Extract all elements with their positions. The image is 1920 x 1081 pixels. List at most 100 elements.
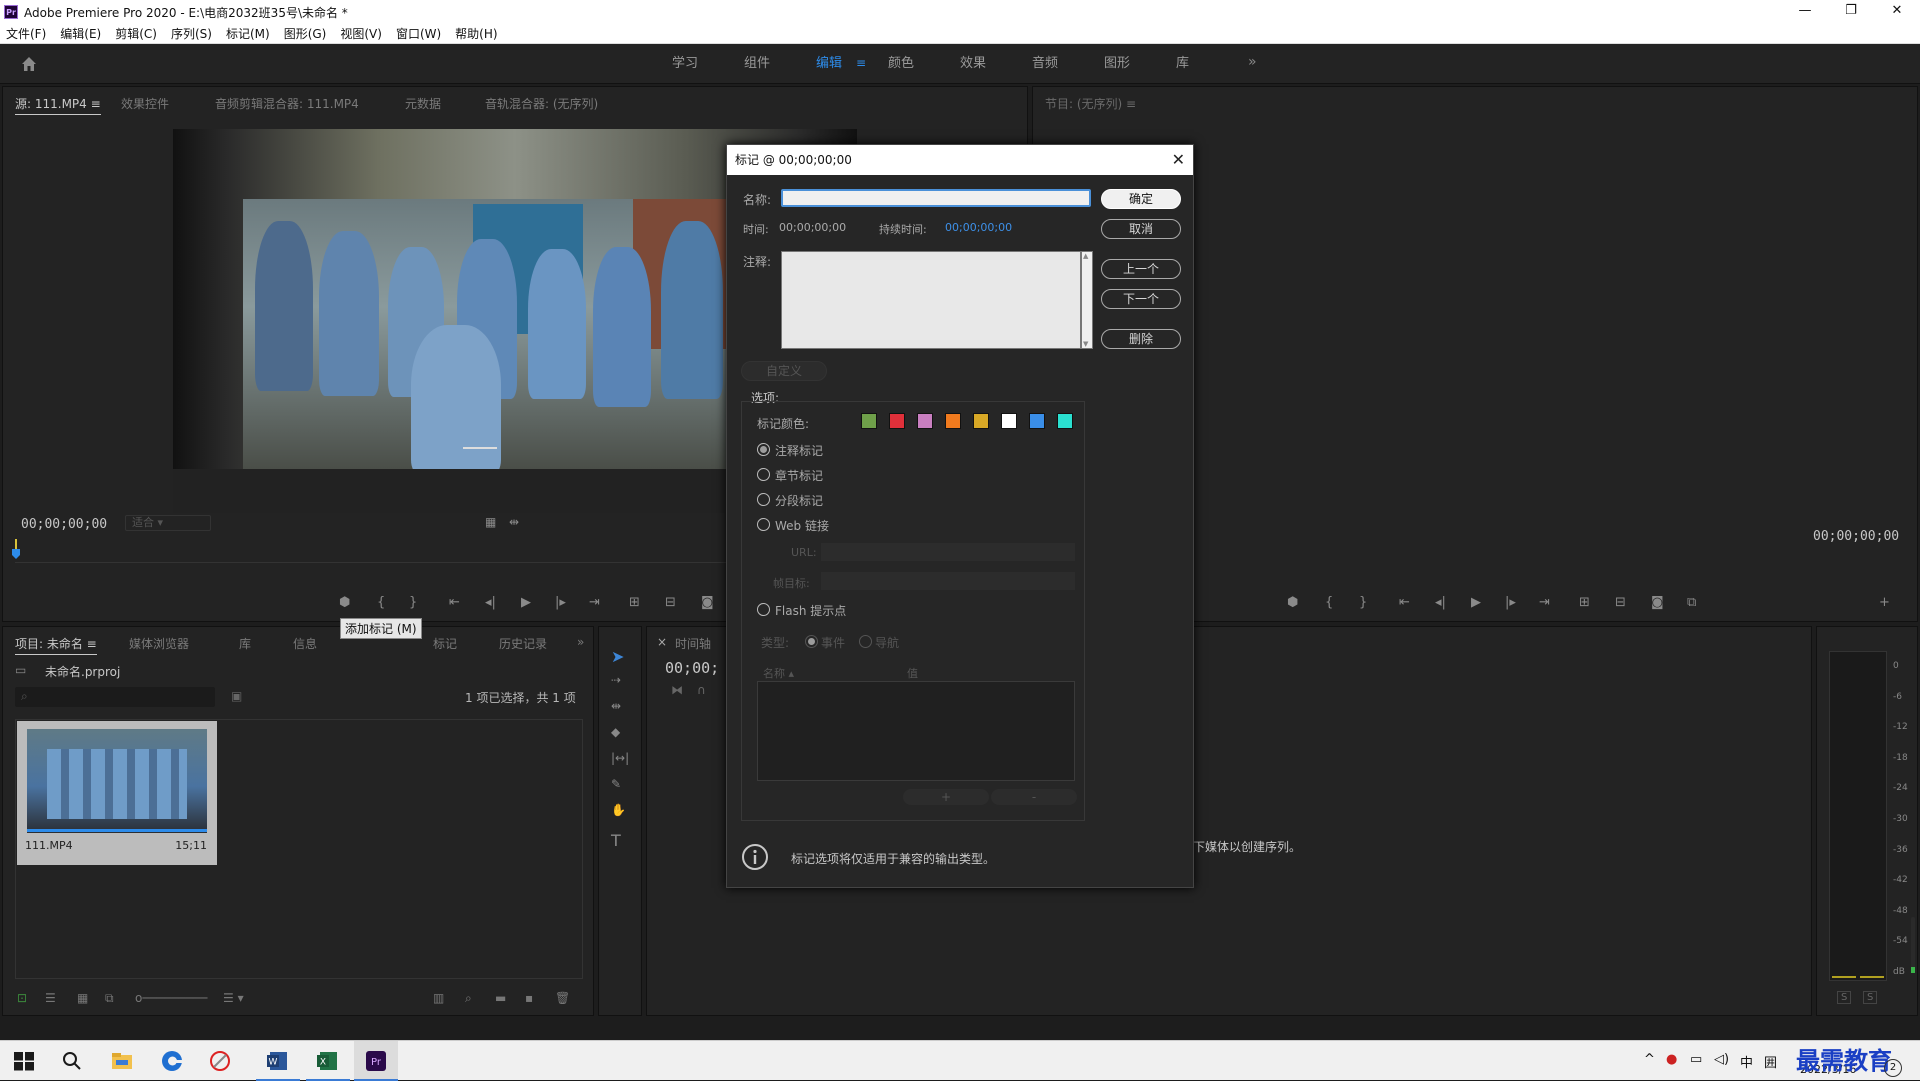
radio-flash-cue-point[interactable] [757, 603, 770, 616]
ok-button[interactable]: 确定 [1101, 189, 1181, 209]
swatch-violet[interactable] [917, 413, 933, 429]
delete-button[interactable]: 删除 [1101, 329, 1181, 349]
menu-view[interactable]: 视图(V) [340, 25, 382, 42]
zoom-slider[interactable]: o───────── [135, 991, 207, 1005]
file-explorer-icon[interactable] [110, 1049, 134, 1073]
home-icon[interactable] [20, 55, 38, 73]
menu-help[interactable]: 帮助(H) [455, 25, 497, 42]
hand-tool-icon[interactable]: ✋ [611, 803, 626, 817]
program-step-forward-button[interactable]: |▸ [1505, 595, 1516, 610]
close-window-button[interactable]: ✕ [1874, 0, 1920, 24]
new-item-icon[interactable]: ▪ [525, 991, 533, 1005]
tab-libraries[interactable]: 库 [239, 635, 251, 652]
tab-timeline[interactable]: 时间轴 [675, 635, 711, 652]
button-editor-icon[interactable]: + [1879, 595, 1890, 610]
next-button[interactable]: 下一个 [1101, 289, 1181, 309]
timeline-timecode[interactable]: 00;00; [665, 659, 719, 677]
swatch-green[interactable] [861, 413, 877, 429]
program-play-button[interactable]: ▶ [1471, 595, 1481, 610]
radio-navigation[interactable] [859, 635, 872, 648]
solo-left-button[interactable]: S [1837, 991, 1852, 1004]
minimize-button[interactable]: — [1782, 0, 1828, 24]
swatch-cyan[interactable] [1057, 413, 1073, 429]
project-search-input[interactable]: ⌕ [15, 687, 215, 707]
radio-web-link[interactable] [757, 518, 770, 531]
tab-program[interactable]: 节目: (无序列) ≡ [1045, 95, 1136, 112]
step-back-button[interactable]: ◂| [485, 595, 496, 610]
workspace-tab-graphics[interactable]: 图形 [1092, 54, 1164, 74]
search-taskbar-icon[interactable] [60, 1049, 84, 1073]
slip-tool-icon[interactable]: |↔| [611, 751, 629, 765]
selection-tool-icon[interactable]: ➤ [611, 647, 624, 666]
ime-language[interactable]: 中 [1740, 1052, 1753, 1071]
marker-name-input[interactable] [781, 189, 1091, 207]
export-frame-icon[interactable]: ◙ [701, 595, 714, 610]
ime-mode[interactable]: 囲 [1764, 1052, 1777, 1071]
tab-effect-controls[interactable]: 效果控件 [121, 95, 169, 112]
play-button[interactable]: ▶ [521, 595, 531, 610]
freeform-view-icon[interactable]: ⧉ [105, 991, 114, 1006]
workspace-more-icon[interactable]: » [1248, 54, 1257, 70]
program-export-frame-icon[interactable]: ◙ [1651, 595, 1664, 610]
razor-tool-icon[interactable]: ◆ [611, 725, 620, 739]
new-bin-from-search-icon[interactable]: ▣ [231, 689, 242, 703]
trash-icon[interactable]: 🗑 [555, 991, 570, 1005]
track-select-tool-icon[interactable]: ⇢ [611, 673, 621, 687]
list-view-icon[interactable]: ☰ [45, 991, 56, 1005]
dialog-close-icon[interactable]: ✕ [1172, 145, 1185, 175]
remove-param-button[interactable]: - [991, 789, 1077, 805]
url-input[interactable] [821, 543, 1075, 561]
go-to-in-button[interactable]: ⇤ [449, 595, 460, 610]
swatch-orange[interactable] [945, 413, 961, 429]
radio-chapter-marker[interactable] [757, 468, 770, 481]
swatch-white[interactable] [1001, 413, 1017, 429]
excel-taskbar-item[interactable]: X [306, 1041, 350, 1081]
tray-app-icon[interactable]: ● [1666, 1052, 1677, 1067]
workspace-tab-assembly[interactable]: 组件 [732, 54, 804, 74]
go-to-out-button[interactable]: ⇥ [589, 595, 600, 610]
ripple-edit-tool-icon[interactable]: ⇹ [611, 699, 621, 713]
frame-target-input[interactable] [821, 572, 1075, 590]
program-mark-out-button[interactable]: } [1359, 595, 1367, 610]
cue-params-table[interactable] [757, 681, 1075, 781]
mark-in-button[interactable]: { [377, 595, 385, 610]
duration-value[interactable]: 00;00;00;00 [945, 221, 1012, 234]
timeline-close-icon[interactable]: × [657, 635, 667, 649]
new-bin-icon[interactable]: ▬ [495, 991, 506, 1005]
menu-clip[interactable]: 剪辑(C) [115, 25, 157, 42]
workspace-tab-effects[interactable]: 效果 [948, 54, 1020, 74]
swatch-red[interactable] [889, 413, 905, 429]
menu-file[interactable]: 文件(F) [6, 25, 46, 42]
premiere-taskbar-item[interactable]: Pr [354, 1041, 398, 1081]
linked-selection-icon[interactable]: ∩ [697, 683, 706, 697]
extract-button[interactable]: ⊟ [1615, 595, 1626, 610]
volume-icon[interactable]: ◁) [1714, 1052, 1729, 1067]
lock-icon[interactable]: ⊡ [17, 991, 27, 1005]
program-step-back-button[interactable]: ◂| [1435, 595, 1446, 610]
menu-sequence[interactable]: 序列(S) [171, 25, 212, 42]
sort-icon[interactable]: ☰ ▾ [223, 991, 244, 1005]
source-timecode[interactable]: 00;00;00;00 [21, 517, 107, 532]
playhead-icon[interactable] [12, 549, 20, 559]
drag-video-icon[interactable]: ⇹ [509, 515, 519, 529]
workspace-tab-color[interactable]: 颜色 [876, 54, 948, 74]
icon-view-icon[interactable]: ▦ [77, 991, 88, 1005]
lift-button[interactable]: ⊞ [1579, 595, 1590, 610]
notification-badge[interactable]: 2 [1884, 1059, 1902, 1077]
settings-icon[interactable]: ▦ [485, 515, 496, 529]
find-icon[interactable]: ⌕ [465, 991, 472, 1006]
overwrite-button[interactable]: ⊟ [665, 595, 676, 610]
program-go-to-out-button[interactable]: ⇥ [1539, 595, 1550, 610]
cancel-button[interactable]: 取消 [1101, 219, 1181, 239]
tab-markers[interactable]: 标记 [433, 635, 457, 652]
custom-button[interactable]: 自定义 [741, 361, 827, 381]
tab-metadata[interactable]: 元数据 [405, 95, 441, 112]
type-tool-icon[interactable]: T [611, 831, 621, 850]
menu-markers[interactable]: 标记(M) [226, 25, 270, 42]
tab-audio-clip-mixer[interactable]: 音频剪辑混合器: 111.MP4 [215, 95, 359, 112]
tab-source[interactable]: 源: 111.MP4 ≡ [15, 95, 101, 115]
param-name-column[interactable]: 名称 ▴ [763, 665, 794, 681]
radio-comment-marker[interactable] [757, 443, 770, 456]
workspace-tab-audio[interactable]: 音频 [1020, 54, 1092, 74]
swatch-blue[interactable] [1029, 413, 1045, 429]
